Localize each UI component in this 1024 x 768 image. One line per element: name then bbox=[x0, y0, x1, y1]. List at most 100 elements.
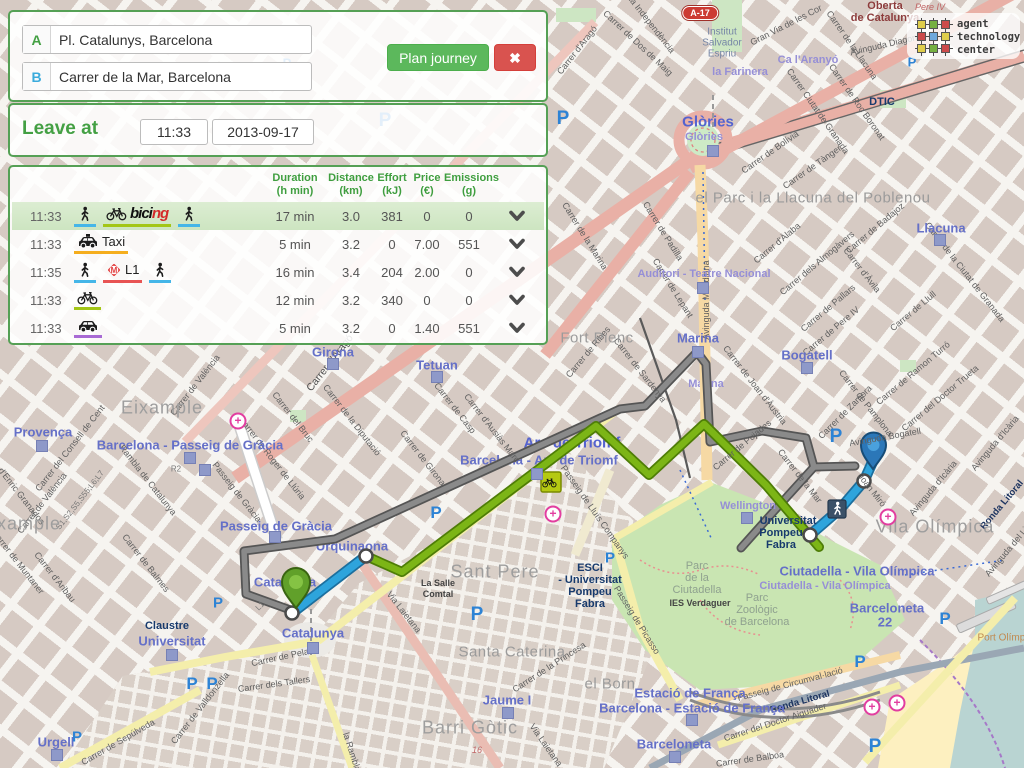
bicing-logo: bicing bbox=[130, 205, 168, 222]
emissions-value: 551 bbox=[444, 321, 494, 336]
column-header: Duration(h min) bbox=[262, 172, 328, 198]
mode-sequence bbox=[70, 318, 262, 338]
distance-value: 3.2 bbox=[328, 321, 374, 336]
distance-value: 3.2 bbox=[328, 237, 374, 252]
origin-input[interactable] bbox=[51, 26, 311, 53]
departure-time: 11:33 bbox=[12, 237, 70, 252]
hospital-icon: + bbox=[545, 506, 562, 523]
parking-icon: P bbox=[939, 609, 950, 629]
departure-time: 11:33 bbox=[12, 209, 70, 224]
walk-icon bbox=[77, 206, 93, 222]
parking-icon: P bbox=[72, 729, 82, 746]
hospital-icon: + bbox=[864, 699, 881, 716]
station-marker bbox=[801, 362, 813, 374]
leave-at-label: Leave at bbox=[22, 118, 98, 140]
departure-time: 11:35 bbox=[12, 265, 70, 280]
duration-value: 5 min bbox=[262, 321, 328, 336]
taxi-icon bbox=[77, 234, 99, 249]
mode-sequence: bicing bbox=[70, 205, 262, 227]
station-marker bbox=[502, 707, 514, 719]
logo-square bbox=[941, 44, 950, 53]
bike-icon bbox=[106, 206, 127, 221]
table-row[interactable]: 11:35ML116 min3.42042.000 bbox=[12, 258, 544, 286]
price-value: 1.40 bbox=[410, 321, 444, 336]
parking-icon: P bbox=[213, 595, 223, 612]
distance-value: 3.4 bbox=[328, 265, 374, 280]
effort-value: 0 bbox=[374, 237, 410, 252]
table-row[interactable]: 11:33bicing17 min3.038100 bbox=[12, 202, 544, 230]
logo-grid-icon bbox=[915, 18, 953, 56]
table-row[interactable]: 11:33Taxi5 min3.207.00551 bbox=[12, 230, 544, 258]
emissions-value: 0 bbox=[444, 209, 494, 224]
date-input[interactable] bbox=[212, 119, 314, 145]
logo-text-line: center bbox=[957, 44, 1020, 57]
plan-journey-button[interactable]: Plan journey bbox=[387, 44, 489, 71]
station-marker bbox=[431, 371, 443, 383]
parking-icon: P bbox=[830, 426, 843, 448]
origin-label: A bbox=[23, 26, 51, 53]
price-value: 0 bbox=[410, 293, 444, 308]
chevron-down-icon bbox=[508, 322, 526, 334]
table-row[interactable]: 11:3312 min3.234000 bbox=[12, 286, 544, 314]
logo-square bbox=[929, 20, 938, 29]
mode-sequence: ML1 bbox=[70, 262, 262, 283]
station-marker bbox=[692, 346, 704, 358]
logo-square bbox=[917, 44, 926, 53]
map-bike-icon bbox=[541, 472, 561, 492]
expand-journey-button[interactable] bbox=[494, 206, 540, 227]
mode-walk bbox=[178, 206, 200, 227]
duration-value: 12 min bbox=[262, 293, 328, 308]
time-input[interactable] bbox=[140, 119, 208, 145]
close-button[interactable]: ✖ bbox=[494, 44, 536, 71]
station-marker bbox=[531, 468, 543, 480]
logo-text-line: agent bbox=[957, 18, 1020, 31]
parking-icon: P bbox=[854, 652, 865, 672]
table-row[interactable]: 11:335 min3.201.40551 bbox=[12, 314, 544, 342]
expand-journey-button[interactable] bbox=[494, 318, 540, 339]
column-header: Distance(km) bbox=[328, 172, 374, 198]
expand-journey-button[interactable] bbox=[494, 290, 540, 311]
station-marker bbox=[327, 358, 339, 370]
station-marker bbox=[36, 440, 48, 452]
agent-technology-center-logo: agenttechnologycenter bbox=[907, 13, 1020, 59]
emissions-value: 551 bbox=[444, 237, 494, 252]
metro-icon: M bbox=[106, 262, 122, 278]
column-header: Effort(kJ) bbox=[374, 172, 410, 198]
parking-icon: P bbox=[186, 674, 197, 694]
parking-icon: P bbox=[557, 108, 570, 130]
expand-journey-button[interactable] bbox=[494, 234, 540, 255]
destination-field-group: B bbox=[22, 62, 312, 91]
logo-square bbox=[929, 32, 938, 41]
duration-value: 5 min bbox=[262, 237, 328, 252]
station-marker bbox=[51, 749, 63, 761]
route-input-panel: A B Plan journey ✖ bbox=[8, 10, 548, 102]
bike-icon bbox=[77, 290, 98, 305]
parking-icon: P bbox=[471, 604, 484, 626]
chevron-down-icon bbox=[508, 238, 526, 250]
station-marker bbox=[697, 282, 709, 294]
price-value: 0 bbox=[410, 209, 444, 224]
end-pin[interactable] bbox=[861, 432, 886, 469]
mode-bike bbox=[74, 290, 101, 310]
expand-journey-button[interactable] bbox=[494, 262, 540, 283]
station-marker bbox=[184, 452, 196, 464]
mode-metro: ML1 bbox=[103, 262, 142, 283]
logo-square bbox=[917, 20, 926, 29]
leave-at-panel: Leave at bbox=[8, 103, 548, 157]
price-value: 7.00 bbox=[410, 237, 444, 252]
station-marker bbox=[199, 464, 211, 476]
svg-text:M: M bbox=[111, 265, 118, 274]
hospital-icon: + bbox=[880, 509, 897, 526]
mode-sequence bbox=[70, 290, 262, 310]
chevron-down-icon bbox=[508, 266, 526, 278]
duration-value: 17 min bbox=[262, 209, 328, 224]
map-walk-icon bbox=[828, 500, 846, 518]
distance-value: 3.0 bbox=[328, 209, 374, 224]
logo-square bbox=[917, 32, 926, 41]
destination-input[interactable] bbox=[51, 63, 311, 90]
logo-text-line: technology bbox=[957, 31, 1020, 44]
logo-square bbox=[929, 44, 938, 53]
departure-time: 11:33 bbox=[12, 321, 70, 336]
walk-icon bbox=[181, 206, 197, 222]
logo-square bbox=[941, 20, 950, 29]
